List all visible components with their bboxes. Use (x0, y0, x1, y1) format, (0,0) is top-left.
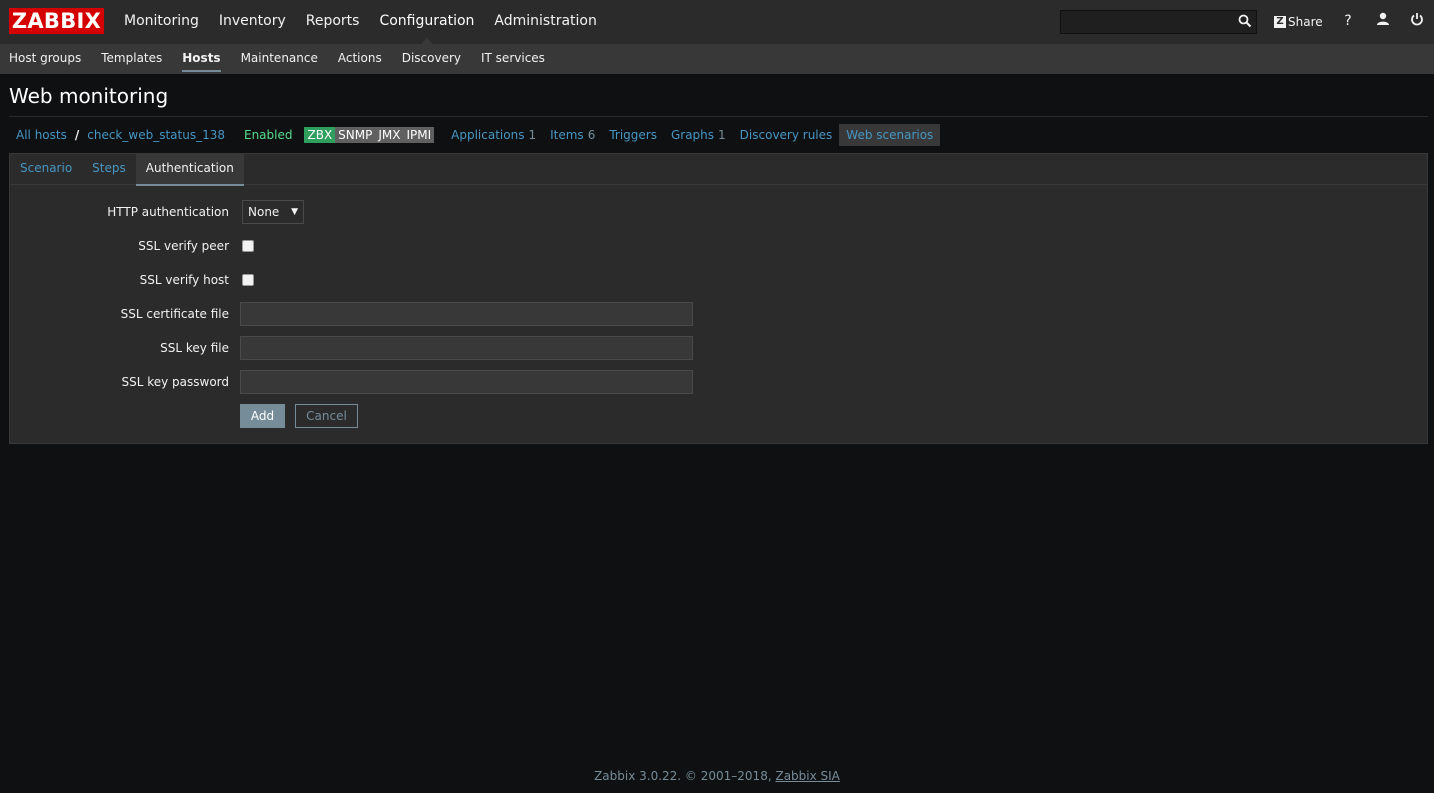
menu-label: Inventory (218, 13, 286, 29)
link-label: Applications (451, 128, 525, 142)
ssl-key-row: SSL key file (10, 336, 1427, 360)
ssl-cert-file-input[interactable] (240, 302, 693, 326)
submenu-hosts[interactable]: Hosts (172, 44, 230, 74)
zbx-badge: ZBX (304, 127, 336, 143)
ssl-key-label: SSL key file (160, 341, 229, 355)
submenu-discovery[interactable]: Discovery (392, 44, 471, 74)
discovery-rules-link[interactable]: Discovery rules (733, 124, 840, 146)
link-count: 1 (528, 128, 537, 142)
zabbix-logo[interactable]: ZABBIX (9, 8, 104, 34)
ssl-verify-host-label: SSL verify host (139, 273, 229, 287)
submenu-templates[interactable]: Templates (91, 44, 172, 74)
footer-link[interactable]: Zabbix SIA (775, 769, 839, 783)
top-navigation: ZABBIX Monitoring Inventory Reports Conf… (0, 0, 1434, 44)
applications-link[interactable]: Applications 1 (444, 124, 543, 146)
ssl-verify-host-row: SSL verify host (10, 268, 1427, 292)
ssl-cert-label: SSL certificate file (120, 307, 229, 321)
sub-menu: Host groups Templates Hosts Maintenance … (0, 44, 555, 74)
ssl-verify-peer-label: SSL verify peer (138, 239, 229, 253)
http-auth-select[interactable]: None ▼ (242, 200, 304, 224)
graphs-link[interactable]: Graphs 1 (664, 124, 733, 146)
menu-label: Monitoring (124, 13, 199, 29)
ipmi-badge: IPMI (403, 127, 435, 143)
menu-reports[interactable]: Reports (296, 0, 370, 44)
tab-authentication[interactable]: Authentication (135, 154, 244, 186)
sub-navigation: Host groups Templates Hosts Maintenance … (0, 44, 1434, 74)
share-z-icon: Z (1274, 16, 1286, 28)
page-title: Web monitoring (9, 84, 169, 108)
link-label: Web scenarios (846, 128, 934, 142)
ssl-key-file-input[interactable] (240, 336, 693, 360)
tab-steps[interactable]: Steps (82, 154, 136, 185)
title-divider (9, 116, 1428, 117)
link-label: Items (550, 128, 584, 142)
host-name-link[interactable]: check_web_status_138 (80, 124, 232, 146)
submenu-host-groups[interactable]: Host groups (0, 44, 91, 74)
link-count: 1 (718, 128, 726, 142)
ssl-key-password-label: SSL key password (121, 375, 229, 389)
link-label: Discovery rules (739, 128, 833, 142)
link-count: 6 (587, 128, 596, 142)
main-menu: Monitoring Inventory Reports Configurati… (114, 0, 607, 44)
jmx-badge: JMX (375, 127, 404, 143)
user-icon[interactable] (1374, 12, 1392, 30)
items-link[interactable]: Items 6 (543, 124, 602, 146)
add-button[interactable]: Add (240, 404, 285, 428)
footer-text: Zabbix 3.0.22. © 2001–2018, (594, 769, 776, 783)
ssl-verify-peer-checkbox[interactable] (242, 240, 254, 252)
triggers-link[interactable]: Triggers (602, 124, 664, 146)
share-label: Share (1288, 15, 1323, 29)
menu-monitoring[interactable]: Monitoring (114, 0, 209, 44)
link-label: Triggers (609, 128, 657, 142)
cancel-button[interactable]: Cancel (295, 404, 358, 428)
web-scenarios-link[interactable]: Web scenarios (839, 124, 941, 146)
submenu-it-services[interactable]: IT services (471, 44, 555, 74)
availability-badges: ZBX SNMP JMX IPMI (304, 127, 435, 143)
ssl-cert-row: SSL certificate file (10, 302, 1427, 326)
menu-label: Reports (305, 13, 360, 29)
footer: Zabbix 3.0.22. © 2001–2018, Zabbix SIA (0, 768, 1434, 784)
search-input[interactable] (1060, 10, 1257, 34)
ssl-verify-host-checkbox[interactable] (242, 274, 254, 286)
all-hosts-link[interactable]: All hosts (9, 124, 74, 146)
power-icon[interactable] (1408, 12, 1426, 30)
ssl-key-password-row: SSL key password (10, 370, 1427, 394)
help-icon[interactable]: ? (1339, 12, 1357, 30)
link-label: Graphs (670, 128, 715, 142)
search-icon[interactable] (1237, 13, 1253, 29)
menu-configuration[interactable]: Configuration (369, 0, 484, 44)
chevron-down-icon: ▼ (291, 207, 298, 217)
ssl-key-password-input[interactable] (240, 370, 693, 394)
ssl-verify-peer-row: SSL verify peer (10, 234, 1427, 258)
tab-scenario[interactable]: Scenario (10, 154, 82, 185)
host-status[interactable]: Enabled (232, 124, 305, 146)
host-navigation: All hosts / check_web_status_138 Enabled… (9, 124, 941, 146)
submenu-maintenance[interactable]: Maintenance (231, 44, 328, 74)
form-panel: Scenario Steps Authentication HTTP authe… (9, 153, 1428, 444)
form-tabs: Scenario Steps Authentication (10, 154, 1427, 186)
menu-administration[interactable]: Administration (484, 0, 606, 44)
menu-inventory[interactable]: Inventory (209, 0, 296, 44)
http-auth-row: HTTP authentication None ▼ (10, 200, 1427, 224)
form-buttons: Add Cancel (10, 404, 1427, 428)
menu-label: Configuration (379, 13, 475, 29)
snmp-badge: SNMP (335, 127, 376, 143)
submenu-actions[interactable]: Actions (328, 44, 392, 74)
menu-label: Administration (494, 13, 597, 29)
http-auth-label: HTTP authentication (107, 205, 229, 219)
http-auth-value: None (248, 205, 280, 219)
share-button[interactable]: Z Share (1274, 13, 1323, 31)
